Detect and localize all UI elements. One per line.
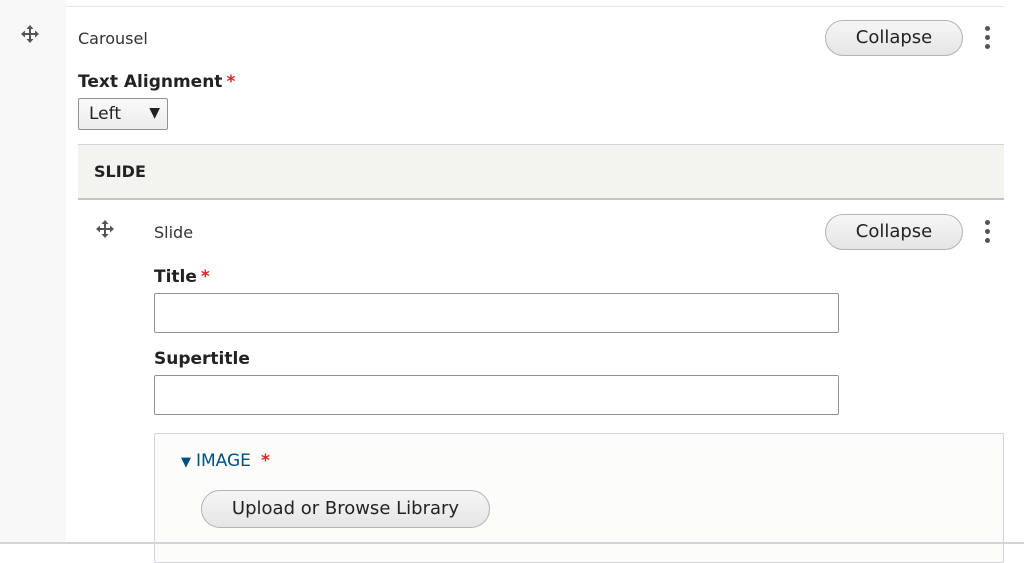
supertitle-field-label: Supertitle: [154, 349, 250, 369]
title-field-label: Title *: [154, 267, 210, 287]
supertitle-input[interactable]: [154, 375, 839, 415]
left-gutter: [0, 0, 66, 544]
image-details-toggle[interactable]: ▼ IMAGE *: [181, 451, 270, 471]
carousel-label: Carousel: [78, 29, 148, 48]
required-marker: *: [260, 451, 270, 471]
text-alignment-selected-value: Left: [89, 104, 121, 124]
required-marker: *: [226, 72, 236, 92]
slide-section-title: SLIDE: [94, 162, 146, 181]
top-divider: [66, 6, 1004, 7]
required-marker: *: [200, 267, 210, 287]
slide-kebab-menu-icon[interactable]: [982, 220, 992, 248]
slide-collapse-button[interactable]: Collapse: [825, 214, 963, 250]
image-summary-label: IMAGE: [196, 451, 251, 471]
slide-label: Slide: [154, 223, 194, 242]
text-alignment-label-text: Text Alignment: [78, 72, 223, 92]
slide-drag-handle-icon[interactable]: [95, 219, 115, 239]
title-input[interactable]: [154, 293, 839, 333]
carousel-kebab-menu-icon[interactable]: [982, 26, 992, 54]
triangle-down-icon: ▼: [181, 455, 191, 470]
text-alignment-select[interactable]: Left ▼: [78, 98, 168, 130]
chevron-down-icon: ▼: [149, 105, 160, 121]
carousel-drag-handle-icon[interactable]: [20, 24, 40, 44]
text-alignment-label: Text Alignment *: [78, 72, 235, 92]
upload-or-browse-button[interactable]: Upload or Browse Library: [201, 490, 490, 528]
slide-section-header: SLIDE: [78, 144, 1004, 200]
carousel-collapse-button[interactable]: Collapse: [825, 20, 963, 56]
title-field-label-text: Title: [154, 267, 197, 287]
